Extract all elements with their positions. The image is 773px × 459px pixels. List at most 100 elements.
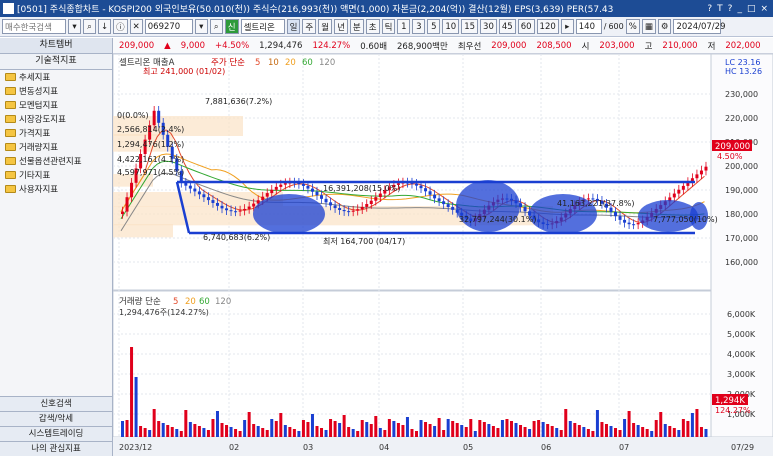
- period-second[interactable]: 초: [365, 19, 380, 34]
- tree-item-futures[interactable]: 선물옵션관련지표: [0, 154, 112, 168]
- count-field[interactable]: 140: [575, 19, 602, 34]
- period-30[interactable]: 30: [480, 19, 497, 34]
- volume-profile-label: 최저 164,700 (04/17): [323, 236, 405, 246]
- volume-bar: [270, 419, 274, 437]
- folder-icon: [5, 171, 16, 179]
- period-15[interactable]: 15: [461, 19, 479, 34]
- volume-bar: [274, 421, 278, 437]
- tree-item-volatility[interactable]: 변동성지표: [0, 84, 112, 98]
- volume-bar: [618, 430, 622, 437]
- volume-bar: [614, 428, 618, 437]
- down-arrow-icon[interactable]: ↓: [98, 19, 112, 34]
- candle-body: [609, 207, 613, 212]
- volume-bar: [247, 412, 251, 437]
- tree-item-etc[interactable]: 기타지표: [0, 168, 112, 182]
- period-10[interactable]: 10: [442, 19, 460, 34]
- volume-bar: [482, 422, 486, 437]
- period-month[interactable]: 월: [318, 19, 333, 34]
- chart-area[interactable]: 230,000220,000210,000200,000190,000180,0…: [112, 53, 773, 456]
- period-45[interactable]: 45: [498, 19, 516, 34]
- tree-item-price[interactable]: 가격지표: [0, 126, 112, 140]
- period-year[interactable]: 년: [334, 19, 348, 34]
- grid-icon[interactable]: ▦: [641, 19, 656, 34]
- volume-bar: [627, 411, 631, 437]
- help-icon[interactable]: ?: [707, 4, 712, 14]
- tab-system-trading[interactable]: 시스템트레이딩: [0, 426, 112, 441]
- volume-bar: [604, 424, 608, 437]
- section-header[interactable]: 기술적지표: [0, 54, 112, 70]
- search-input[interactable]: [2, 19, 66, 34]
- candle-body: [243, 208, 247, 211]
- dropdown-arrow-icon[interactable]: ▾: [68, 19, 81, 34]
- candle-body: [424, 188, 428, 192]
- period-120[interactable]: 120: [536, 19, 559, 34]
- volume-bar: [396, 423, 400, 437]
- minimize-button[interactable]: _: [737, 4, 742, 14]
- volume-bar: [677, 430, 681, 437]
- vol-tag-text: 1,294K: [715, 396, 745, 406]
- code-search-icon[interactable]: ⌕: [209, 19, 223, 34]
- tree-item-user[interactable]: 사용자지표: [0, 182, 112, 196]
- text-icon[interactable]: T: [717, 4, 723, 14]
- question-icon[interactable]: ?: [728, 4, 733, 14]
- code-dropdown-icon[interactable]: ▾: [194, 19, 208, 34]
- y-tick-label: 180,000: [725, 210, 758, 219]
- date-field[interactable]: 2024/07/29: [673, 19, 725, 34]
- percent-icon[interactable]: %: [625, 19, 640, 34]
- tab-color-style[interactable]: 갑색/악세: [0, 411, 112, 426]
- candle-body: [125, 197, 129, 212]
- candle-body: [229, 210, 233, 212]
- volume-profile-label: 6,740,683(6.2%): [203, 233, 270, 242]
- volume-bar: [491, 426, 495, 437]
- period-5[interactable]: 5: [427, 19, 441, 34]
- candle-body: [365, 204, 369, 207]
- y-tick-label: 190,000: [725, 186, 758, 195]
- tree-item-momentum[interactable]: 모멘텀지표: [0, 98, 112, 112]
- volume-bar: [202, 428, 206, 437]
- close-button[interactable]: ×: [760, 4, 768, 14]
- period-tick[interactable]: 틱: [381, 19, 396, 34]
- period-1[interactable]: 1: [397, 19, 411, 34]
- volume-bar: [559, 430, 563, 437]
- volume-bar: [433, 426, 437, 437]
- info-icon[interactable]: ⓘ: [113, 19, 128, 34]
- period-week[interactable]: 주: [302, 19, 317, 34]
- folder-icon: [5, 185, 16, 193]
- tree-item-volume[interactable]: 거래량지표: [0, 140, 112, 154]
- tree-item-market-strength[interactable]: 시장강도지표: [0, 112, 112, 126]
- gear-icon[interactable]: ⚙: [657, 19, 672, 34]
- candle-body: [433, 194, 437, 199]
- volume-bar: [197, 426, 201, 437]
- period-60[interactable]: 60: [517, 19, 535, 34]
- y-tick-label: 170,000: [725, 234, 758, 243]
- candle-body: [206, 197, 210, 201]
- y-axis-note-lc: LC 23.16: [725, 58, 761, 67]
- code-field[interactable]: 069270: [144, 19, 193, 34]
- volume-bar: [283, 425, 287, 437]
- volume-bar: [555, 428, 559, 437]
- low-label: 저: [707, 41, 716, 52]
- volume-bar: [324, 430, 328, 437]
- volume-bar: [170, 427, 174, 437]
- search-icon[interactable]: ⌕: [83, 19, 96, 34]
- price-chart[interactable]: 230,000220,000210,000200,000190,000180,0…: [112, 53, 773, 456]
- x-icon[interactable]: ✕: [129, 19, 143, 34]
- period-minute[interactable]: 분: [349, 19, 364, 34]
- period-3[interactable]: 3: [412, 19, 426, 34]
- settings-small-icon[interactable]: ▸: [560, 19, 574, 34]
- bid-price: 208,500: [536, 40, 572, 51]
- volume-bar: [179, 431, 183, 437]
- candle-body: [623, 219, 627, 223]
- tab-my-indicators[interactable]: 나의 관심지표: [0, 441, 112, 456]
- tree-item-trend[interactable]: 추세지표: [0, 70, 112, 84]
- period-day[interactable]: 일: [286, 19, 301, 34]
- candle-body: [428, 191, 432, 195]
- tab-signal-search[interactable]: 신호검색: [0, 396, 112, 411]
- maximize-button[interactable]: □: [747, 4, 756, 14]
- volume-profile-band: [113, 224, 173, 238]
- panel-header[interactable]: 차트템버: [0, 38, 112, 54]
- volume-bar: [342, 415, 346, 437]
- vol-ma-60: 60: [199, 297, 210, 307]
- volume-bar: [532, 421, 536, 437]
- title-bar: [0501] 주식종합차트 - KOSPI200 외국인보유(50.010(천)…: [0, 0, 773, 17]
